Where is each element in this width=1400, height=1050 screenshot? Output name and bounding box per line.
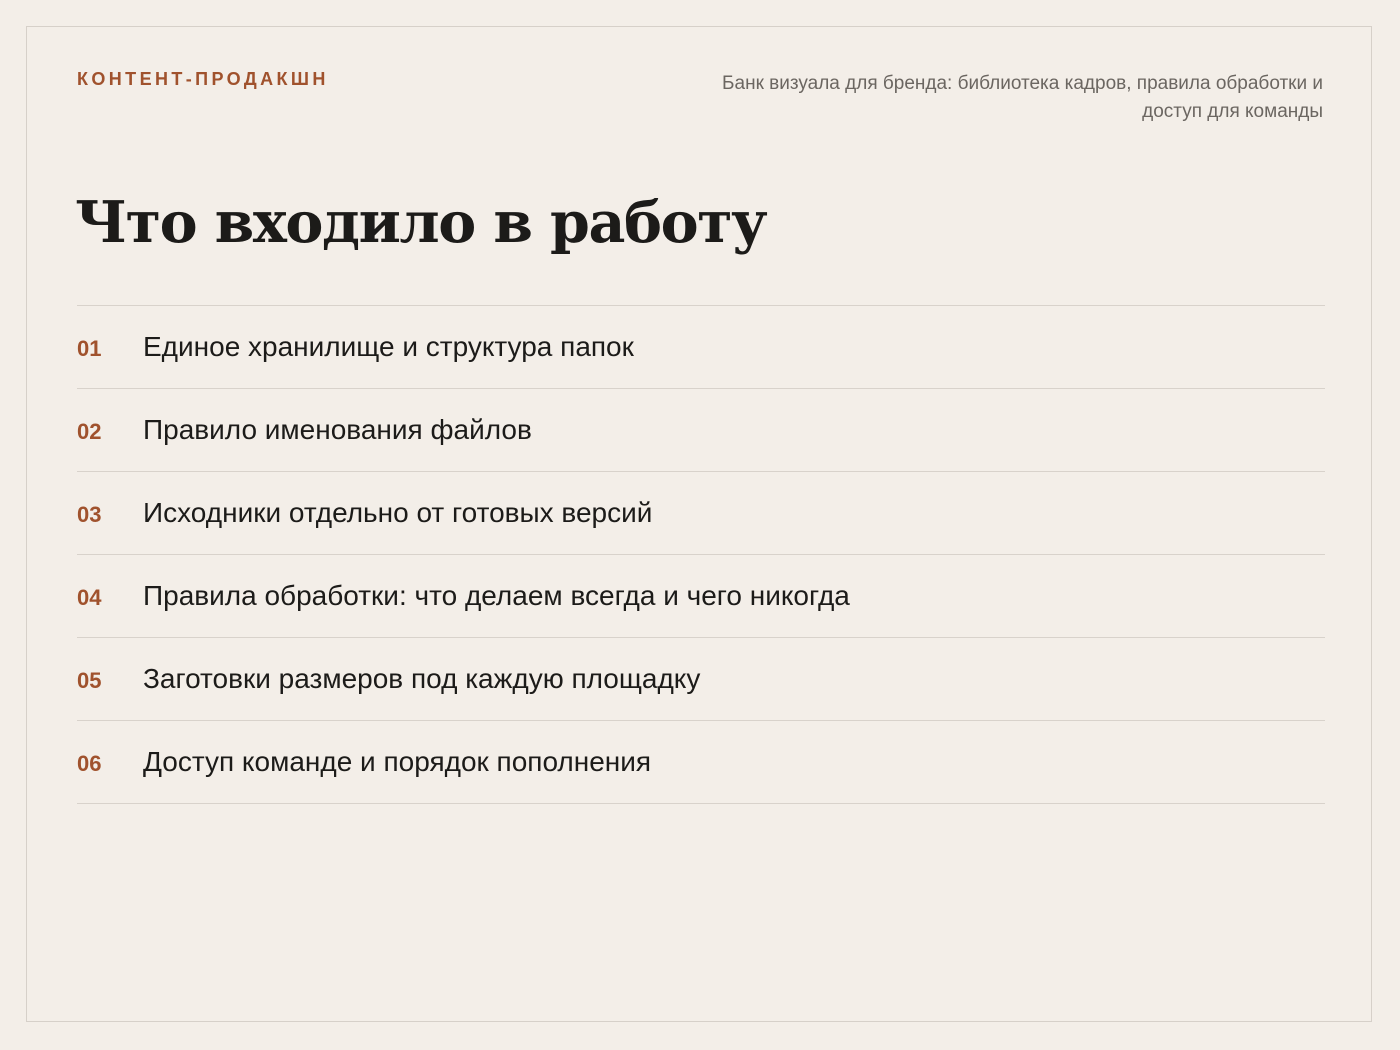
page-title: Что входило в работу [75, 189, 768, 256]
list-item: 04 Правила обработки: что делаем всегда … [77, 555, 1325, 638]
list-item: 03 Исходники отдельно от готовых версий [77, 472, 1325, 555]
item-number: 04 [77, 585, 102, 610]
item-text: Доступ команде и порядок пополнения [143, 746, 652, 777]
item-number: 02 [77, 419, 102, 444]
slide-subtitle: Банк визуала для бренда: библиотека кадр… [722, 73, 1323, 122]
section-eyebrow: КОНТЕНТ-ПРОДАКШН [77, 69, 329, 89]
item-text: Исходники отдельно от готовых версий [143, 497, 653, 528]
item-number: 03 [77, 502, 102, 527]
slide-card: КОНТЕНТ-ПРОДАКШН Банк визуала для бренда… [26, 26, 1372, 1022]
list-item: 02 Правило именования файлов [77, 389, 1325, 472]
item-number: 06 [77, 751, 102, 776]
work-items-list: 01 Единое хранилище и структура папок 02… [77, 305, 1325, 804]
item-text: Правило именования файлов [143, 414, 532, 445]
list-item: 01 Единое хранилище и структура папок [77, 306, 1325, 389]
item-text: Правила обработки: что делаем всегда и ч… [143, 580, 850, 611]
list-item: 05 Заготовки размеров под каждую площадк… [77, 638, 1325, 721]
item-number: 05 [77, 668, 102, 693]
list-item: 06 Доступ команде и порядок пополнения [77, 721, 1325, 804]
item-number: 01 [77, 336, 102, 361]
item-text: Единое хранилище и структура папок [143, 331, 634, 362]
item-text: Заготовки размеров под каждую площадку [143, 663, 701, 694]
